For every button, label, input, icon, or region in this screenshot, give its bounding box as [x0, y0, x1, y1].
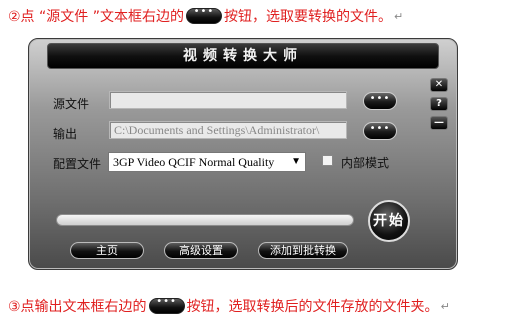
source-file-input[interactable]	[109, 91, 347, 109]
minimize-button[interactable]: —	[430, 116, 448, 130]
chevron-down-icon: ▼	[291, 156, 301, 167]
internal-mode-checkbox[interactable]	[322, 155, 333, 166]
add-to-batch-button[interactable]: 添加到批转换	[258, 242, 348, 259]
config-profile-select[interactable]: 3GP Video QCIF Normal Quality ▼	[108, 152, 306, 172]
source-browse-button[interactable]: •••	[363, 92, 397, 110]
close-button[interactable]: ✕	[430, 78, 448, 92]
advanced-settings-button[interactable]: 高级设置	[164, 242, 238, 259]
instruction-text-suffix: 按钮，选取转换后的文件存放的文件夹。	[186, 299, 439, 315]
conversion-progress-bar	[56, 214, 354, 226]
config-profile-value: 3GP Video QCIF Normal Quality	[113, 155, 275, 169]
instruction-line-2: ②点 “源文件 ”文本框右边的 按钮，选取要转换的文件。 ↵	[8, 6, 403, 26]
output-label: 输出	[53, 127, 78, 141]
help-button[interactable]: ?	[430, 97, 448, 111]
window-title: 视频转换大师	[47, 43, 439, 69]
source-file-label: 源文件	[53, 97, 90, 111]
inline-browse-button-image	[148, 296, 185, 314]
output-path-input[interactable]: C:\Documents and Settings\Administrator\	[109, 121, 347, 139]
instruction-line-3: ③点输出文本框右边的 按钮，选取转换后的文件存放的文件夹。 ↵	[8, 296, 450, 316]
start-button[interactable]: 开始	[368, 200, 410, 242]
instruction-text-prefix: ②点 “源文件 ”文本框右边的	[8, 9, 184, 25]
internal-mode-label: 内部模式	[341, 156, 390, 170]
config-file-label: 配置文件	[53, 157, 102, 171]
inline-browse-button-image	[185, 6, 222, 24]
instruction-text-prefix: ③点输出文本框右边的	[8, 299, 147, 315]
paragraph-mark: ↵	[393, 9, 404, 23]
paragraph-mark: ↵	[440, 299, 450, 313]
home-button[interactable]: 主页	[70, 242, 144, 259]
instruction-text-suffix: 按钮，选取要转换的文件。	[223, 9, 392, 25]
output-browse-button[interactable]: •••	[363, 122, 397, 140]
